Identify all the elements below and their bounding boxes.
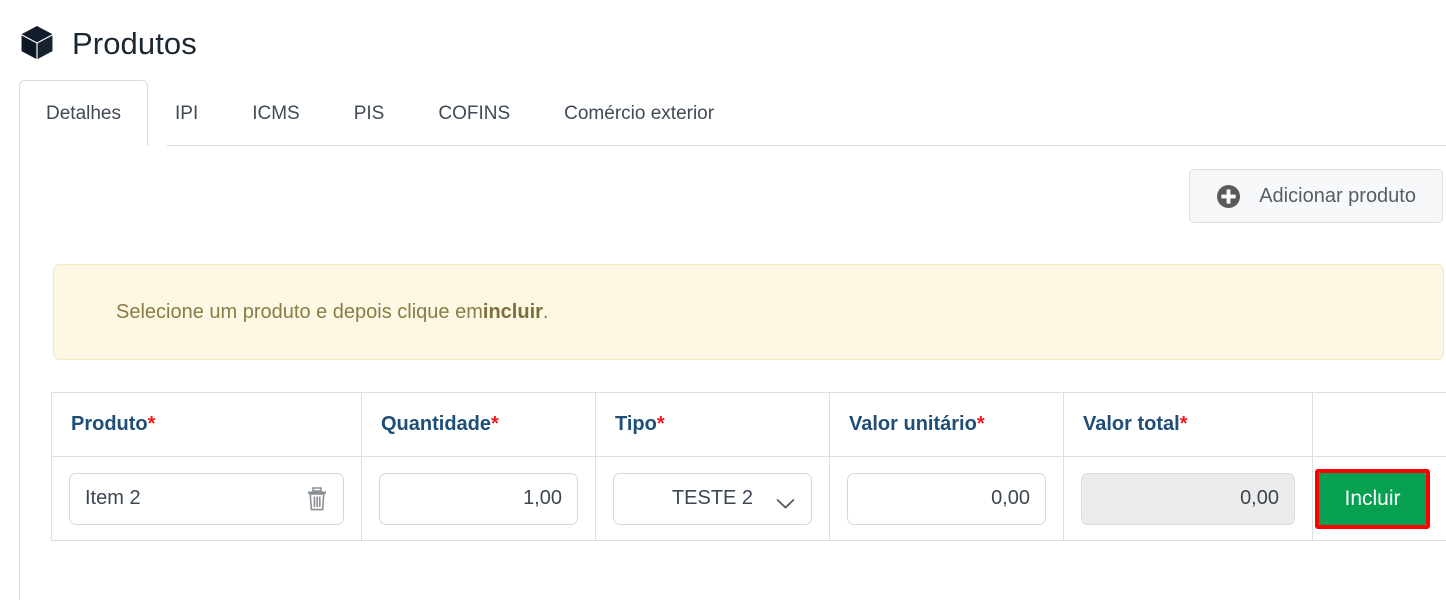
table-header-row: Produto* Quantidade* Tipo* Valor unitári… [51,392,1446,457]
header-label: Valor unitário [849,413,977,435]
required-marker: * [491,413,499,435]
produto-input[interactable]: Item 2 [69,472,344,525]
cell-tipo: TESTE 2 [595,456,830,541]
tab-label: PIS [353,102,385,124]
tipo-value: TESTE 2 [671,487,754,509]
tab-label: COFINS [438,102,511,124]
column-header-valor-total: Valor total* [1063,392,1313,457]
tab-strip: Detalhes IPI ICMS PIS COFINS Comércio ex… [0,72,1446,146]
page-header: Produtos [0,0,1446,72]
tab-detalhes[interactable]: Detalhes [19,80,148,146]
cube-icon [16,22,58,64]
alert-emphasis: incluir [482,300,543,323]
add-product-label: Adicionar produto [1259,184,1416,207]
tab-pis[interactable]: PIS [327,80,412,146]
cell-quantidade: 1,00 [361,456,596,541]
column-header-valor-unitario: Valor unitário* [829,392,1064,457]
column-header-tipo: Tipo* [595,392,830,457]
chevron-down-icon [776,493,795,509]
tab-icms[interactable]: ICMS [225,80,327,146]
cell-valor-total: 0,00 [1063,456,1313,541]
cell-valor-unitario: 0,00 [829,456,1064,541]
alert-text-after: . [542,300,549,323]
produto-value: Item 2 [85,487,141,509]
tab-label: IPI [175,102,199,124]
include-button-highlight: Incluir [1315,468,1430,529]
tab-panel-detalhes: Adicionar produto Selecione um produto e… [19,146,1446,600]
quantidade-value: 1,00 [523,487,562,509]
cell-produto: Item 2 [51,456,362,541]
required-marker: * [1179,413,1188,435]
required-marker: * [976,413,985,435]
column-header-produto: Produto* [51,392,362,457]
page-title: Produtos [72,25,197,61]
valor-total-value: 0,00 [1240,487,1279,509]
valor-total-input: 0,00 [1081,472,1295,525]
add-product-button[interactable]: Adicionar produto [1189,169,1443,223]
plus-circle-icon [1216,184,1241,209]
table-row: Item 2 1,00 TESTE 2 0,00 0,00 Incluir [51,456,1446,541]
quantidade-input[interactable]: 1,00 [379,472,578,525]
required-marker: * [656,413,665,435]
toolbar: Adicionar produto [20,146,1446,223]
tab-comercio-exterior[interactable]: Comércio exterior [537,80,741,146]
products-table: Produto* Quantidade* Tipo* Valor unitári… [51,392,1446,541]
required-marker: * [147,413,156,435]
header-label: Produto [71,413,148,435]
cell-actions: Incluir [1312,456,1446,541]
tab-cofins[interactable]: COFINS [411,80,537,146]
tipo-select[interactable]: TESTE 2 [613,472,812,525]
header-label: Quantidade [381,413,492,435]
info-alert: Selecione um produto e depois clique em … [53,264,1444,360]
tab-label: Detalhes [46,102,121,124]
header-label: Tipo [615,413,657,435]
tab-ipi[interactable]: IPI [148,80,225,146]
tab-label: Comércio exterior [564,102,715,124]
tab-label: ICMS [252,102,300,124]
trash-icon[interactable] [306,486,328,511]
valor-unitario-input[interactable]: 0,00 [847,472,1046,525]
alert-text-before: Selecione um produto e depois clique em [116,300,483,323]
valor-unitario-value: 0,00 [991,487,1030,509]
column-header-actions [1312,392,1446,457]
header-label: Valor total [1083,413,1180,435]
column-header-quantidade: Quantidade* [361,392,596,457]
include-button[interactable]: Incluir [1319,472,1426,525]
